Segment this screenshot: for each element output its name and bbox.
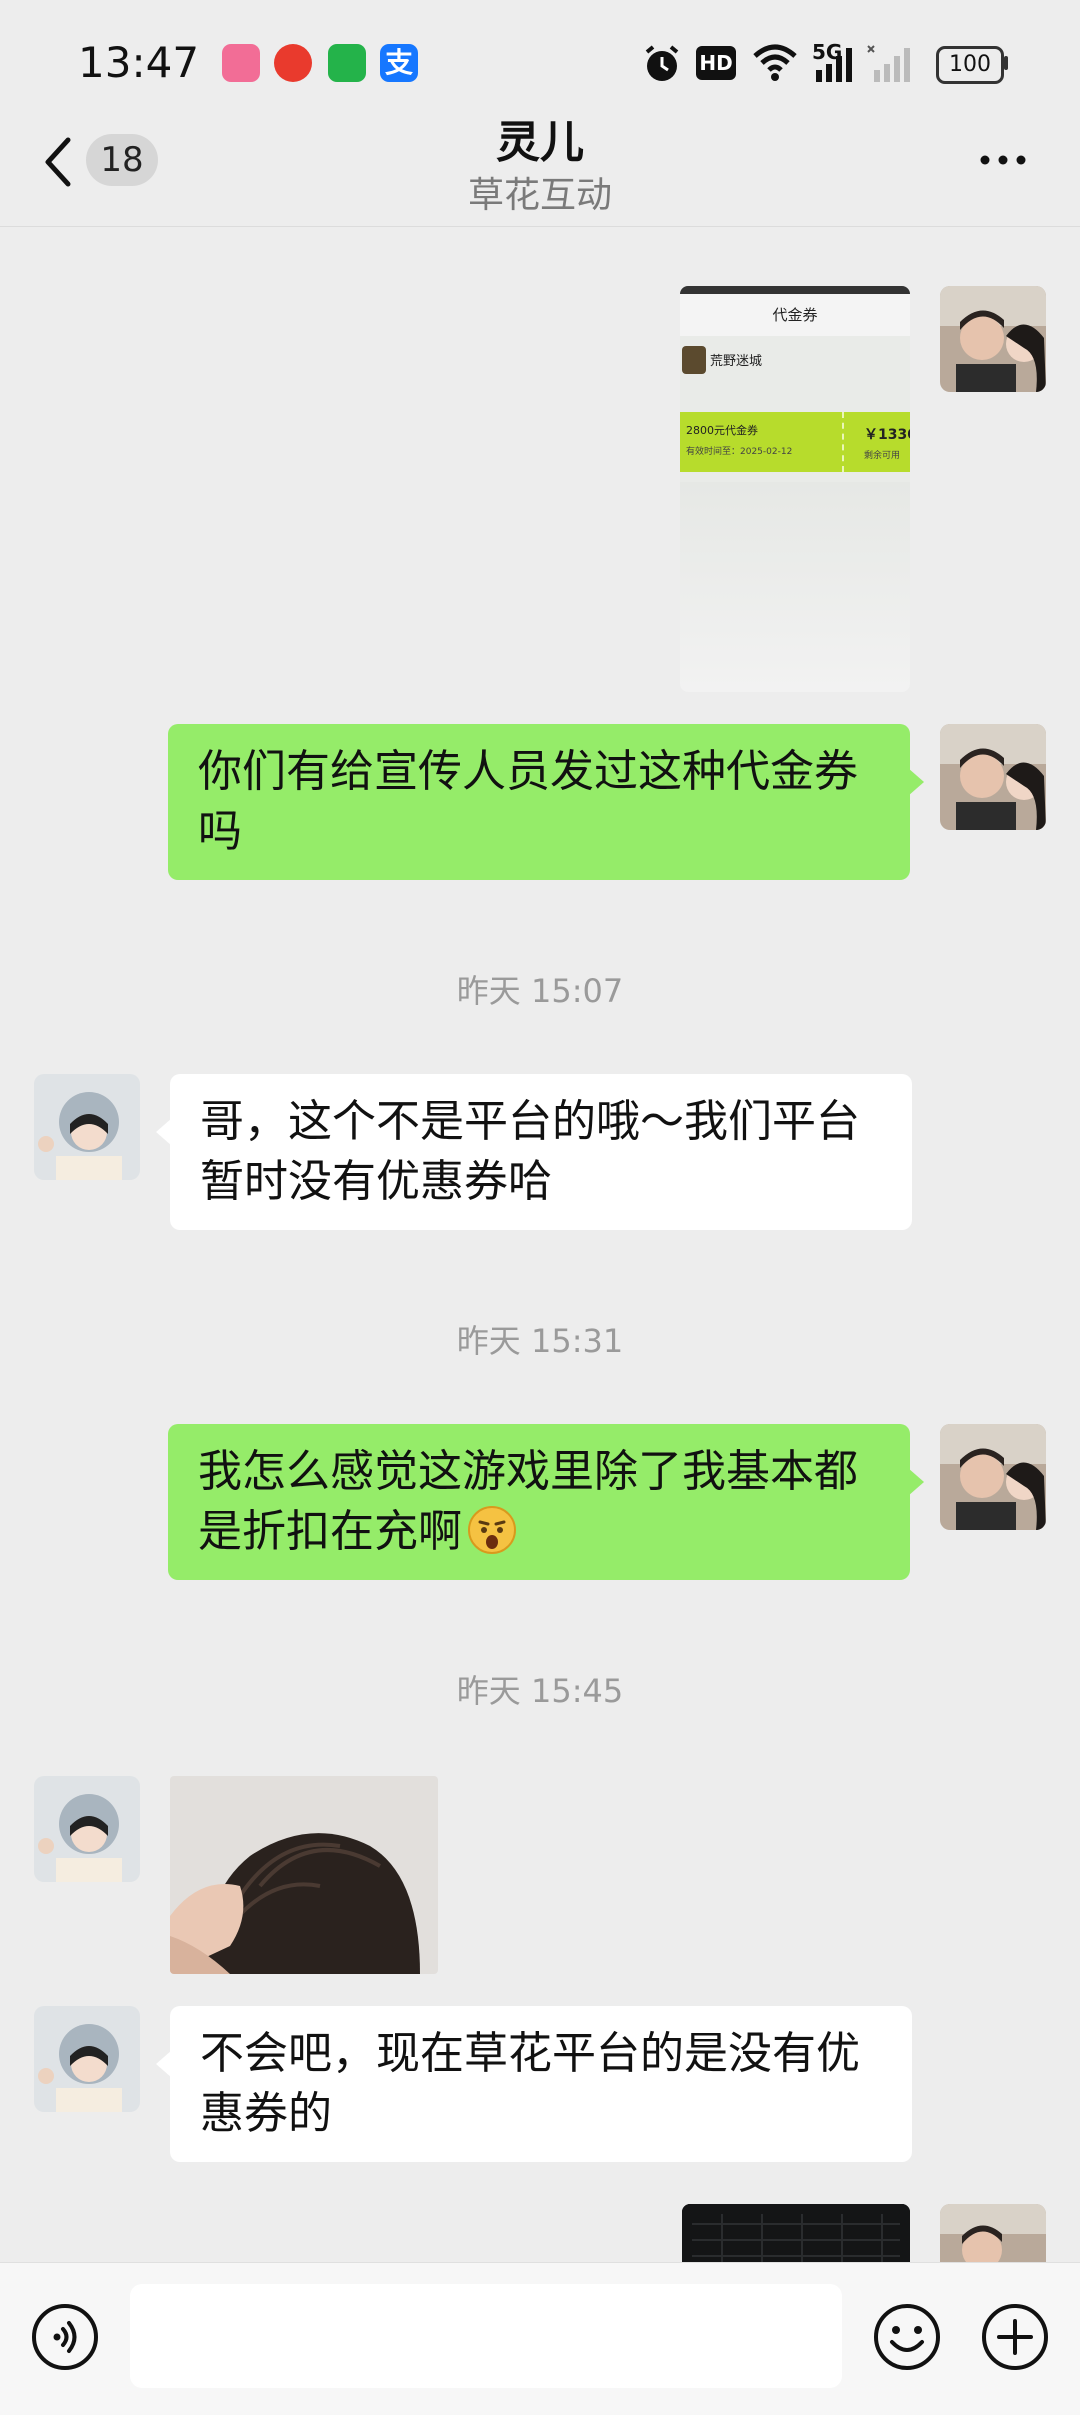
battery-tip [1004,56,1008,70]
voucher-card: 2800元代金券 有效时间至：2025-02-12 ￥1330 剩余可用 [680,412,910,472]
my-avatar[interactable] [940,1424,1046,1530]
message-bubble-them[interactable]: 不会吧，现在草花平台的是没有优惠券的 [170,2006,912,2162]
more-options-icon[interactable] [978,140,1028,180]
game-icon [682,346,706,374]
keyboard-photo-image[interactable] [682,2204,910,2262]
voucher-screenshot-image[interactable]: 代金券 荒野迷城 2800元代金券 有效时间至：2025-02-12 ￥1330… [680,286,910,692]
voucher-card-name: 2800元代金券 [686,424,758,437]
hair-photo-image[interactable] [170,1776,438,1974]
chat-subtitle: 草花互动 [467,175,612,216]
emoji-icon[interactable] [872,2302,942,2372]
battery-icon: 100 [936,46,1004,84]
screenshot-blank-area [680,482,910,692]
contact-avatar[interactable] [34,1776,140,1882]
header-divider [0,226,1080,227]
hd-icon: HD [696,46,736,80]
netease-music-icon [274,44,312,82]
status-time: 13:47 [78,38,200,87]
my-avatar[interactable] [940,724,1046,830]
message-text: 我怎么感觉这游戏里除了我基本都是折扣在充啊 [198,1446,858,1557]
timestamp: 昨天 15:31 [456,1322,624,1360]
contact-avatar[interactable] [34,1074,140,1180]
voucher-card-remaining: 剩余可用 [864,451,901,461]
voucher-card-amount: ￥1330 [864,427,910,443]
surprised-emoji-icon [468,1506,516,1554]
bubble-tail [908,768,924,796]
contact-avatar[interactable] [34,2006,140,2112]
voucher-card-validity: 有效时间至：2025-02-12 [686,447,793,457]
screenshot-status-strip [680,286,910,294]
message-bubble-me[interactable]: 你们有给宣传人员发过这种代金券吗 [168,724,910,880]
voice-input-icon[interactable] [30,2302,100,2372]
status-bar: 13:47 支 HD 5G 100 [0,0,1080,120]
timestamp: 昨天 15:07 [456,972,624,1010]
add-more-icon[interactable] [980,2302,1050,2372]
chat-title: 灵儿 [496,117,584,168]
wifi-icon [753,44,797,81]
timestamp: 昨天 15:45 [456,1672,624,1710]
alarm-icon [645,45,679,81]
screenshot-game-name: 荒野迷城 [710,354,763,369]
message-bubble-them[interactable]: 哥，这个不是平台的哦～我们平台暂时没有优惠券哈 [170,1074,912,1230]
message-bubble-me[interactable]: 我怎么感觉这游戏里除了我基本都是折扣在充啊 [168,1424,910,1580]
voucher-card-perforation [842,412,845,472]
my-avatar[interactable] [940,286,1046,392]
unread-count-badge[interactable]: 18 [86,134,158,186]
alipay-icon: 支 [380,44,418,82]
bubble-tail [908,1468,924,1496]
my-avatar[interactable] [940,2204,1046,2262]
back-arrow-icon[interactable] [38,132,78,192]
message-input[interactable] [130,2284,842,2388]
signal-icon [816,45,910,82]
screenshot-title: 代金券 [680,294,910,336]
messages-icon [328,44,366,82]
bilibili-icon [222,44,260,82]
